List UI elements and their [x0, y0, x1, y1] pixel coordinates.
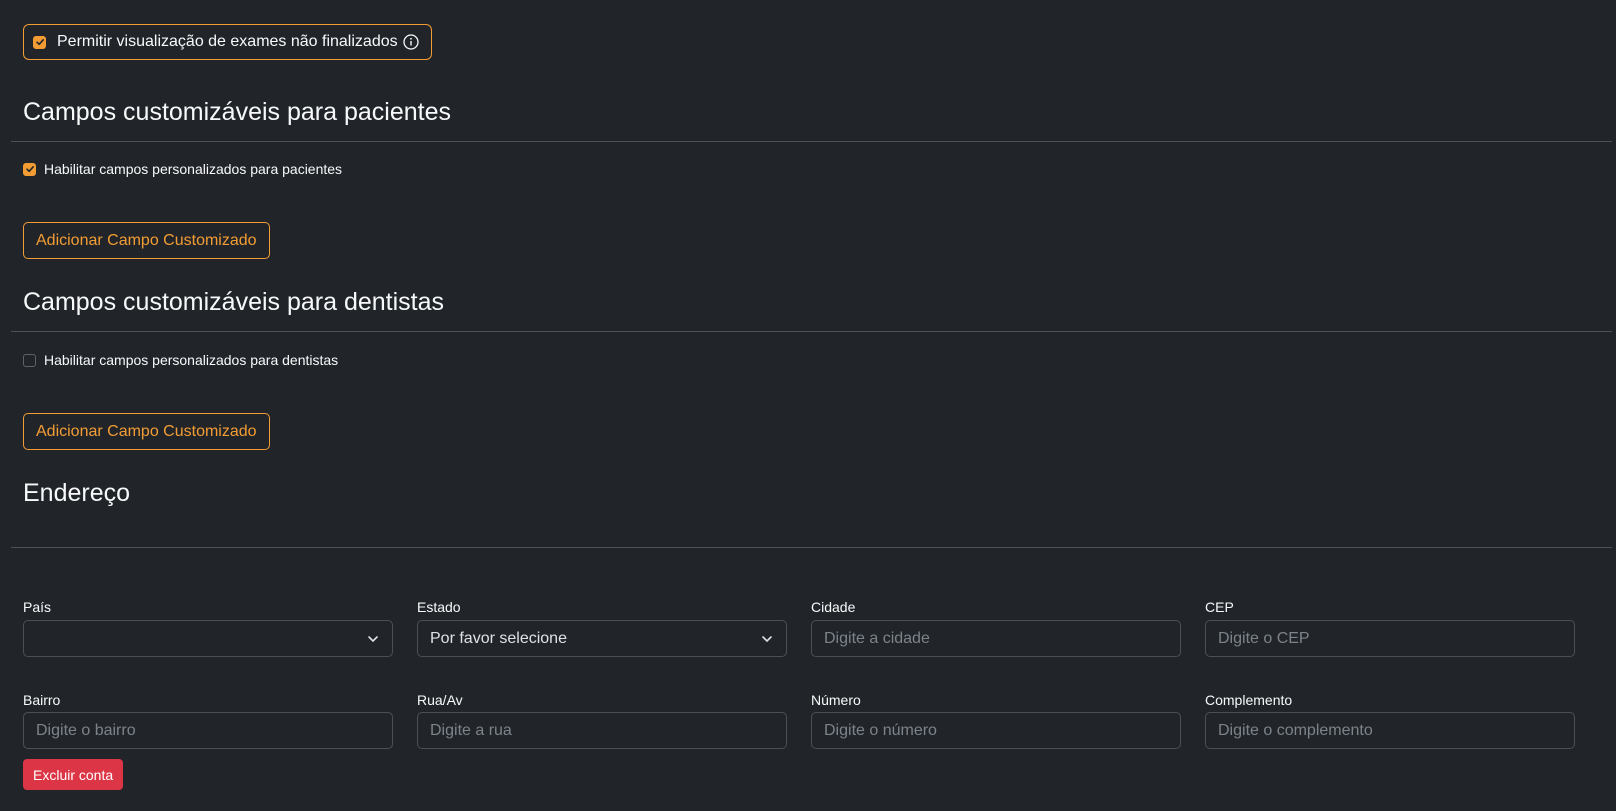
patients-section-title: Campos customizáveis para pacientes — [23, 98, 451, 126]
settings-page: Permitir visualização de exames não fina… — [0, 0, 1616, 811]
city-input[interactable] — [811, 620, 1181, 657]
enable-dentist-fields-label: Habilitar campos personalizados para den… — [44, 352, 339, 368]
unfinished-exams-label: Permitir visualização de exames não fina… — [57, 33, 398, 50]
country-label: País — [23, 599, 52, 615]
unfinished-exams-toggle[interactable]: Permitir visualização de exames não fina… — [23, 24, 432, 60]
zip-label: CEP — [1205, 599, 1234, 615]
check-icon — [35, 39, 44, 46]
city-label: Cidade — [811, 599, 856, 615]
state-label: Estado — [417, 599, 461, 615]
add-patient-custom-field-button[interactable]: Adicionar Campo Customizado — [23, 222, 270, 259]
street-input[interactable] — [417, 712, 787, 749]
enable-patient-fields-label: Habilitar campos personalizados para pac… — [44, 161, 343, 177]
dentists-divider — [11, 331, 1612, 332]
enable-patient-fields-toggle[interactable]: Habilitar campos personalizados para pac… — [23, 161, 342, 177]
state-select[interactable]: Por favor selecione — [417, 620, 787, 657]
unfinished-exams-checkbox[interactable] — [33, 35, 46, 49]
address-divider — [11, 547, 1612, 548]
district-input[interactable] — [23, 712, 393, 749]
enable-patient-fields-checkbox[interactable] — [23, 162, 36, 176]
street-label: Rua/Av — [417, 692, 463, 708]
add-dentist-custom-field-button[interactable]: Adicionar Campo Customizado — [23, 413, 270, 450]
number-input[interactable] — [811, 712, 1181, 749]
country-select[interactable] — [23, 620, 393, 657]
number-label: Número — [811, 692, 861, 708]
state-select-value: Por favor selecione — [430, 629, 567, 647]
enable-dentist-fields-toggle[interactable]: Habilitar campos personalizados para den… — [23, 352, 338, 368]
complement-input[interactable] — [1205, 712, 1575, 749]
district-label: Bairro — [23, 692, 61, 708]
complement-label: Complemento — [1205, 692, 1293, 708]
zip-input[interactable] — [1205, 620, 1575, 657]
patients-divider — [11, 141, 1612, 142]
info-icon[interactable] — [402, 34, 419, 50]
chevron-down-icon — [368, 635, 378, 642]
address-section-title: Endereço — [23, 479, 131, 507]
dentists-section-title: Campos customizáveis para dentistas — [23, 288, 445, 316]
enable-dentist-fields-checkbox[interactable] — [23, 353, 36, 367]
chevron-down-icon — [762, 635, 772, 642]
check-icon — [25, 166, 34, 173]
delete-account-button[interactable]: Excluir conta — [23, 759, 124, 790]
